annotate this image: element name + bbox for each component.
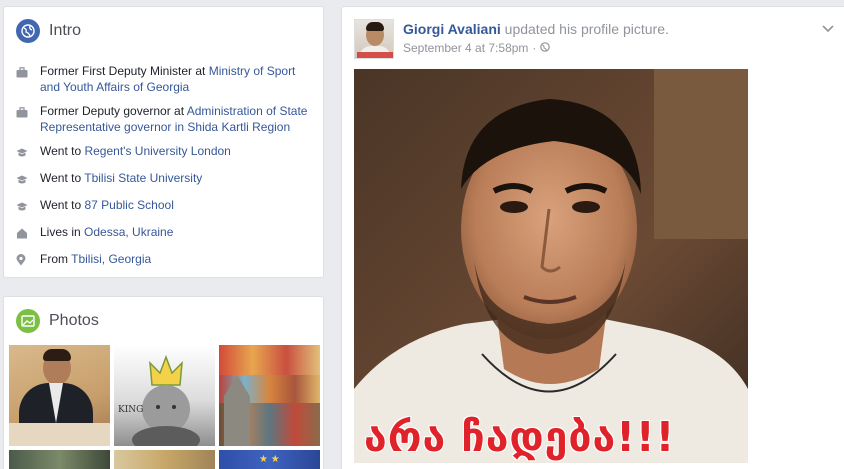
post-timestamp[interactable]: September 4 at 7:58pm [403, 41, 528, 55]
king-label: KING [118, 405, 144, 415]
intro-item-prefix: Former First Deputy Minister at [40, 64, 209, 78]
photos-header[interactable]: Photos [16, 309, 99, 333]
intro-header: Intro [16, 19, 81, 43]
photo-thumb-5[interactable] [114, 450, 215, 469]
post-card: Giorgi Avaliani updated his profile pict… [341, 6, 844, 469]
intro-item: Lives in Odessa, Ukraine [16, 224, 311, 243]
chevron-down-icon[interactable] [822, 20, 834, 36]
photo-thumb-3[interactable] [219, 345, 320, 446]
intro-item-link[interactable]: 87 Public School [84, 198, 173, 212]
intro-title: Intro [49, 22, 82, 39]
intro-list: Former First Deputy Minister at Ministry… [16, 63, 311, 278]
intro-item-text: Went to 87 Public School [40, 197, 174, 216]
intro-item-prefix: Went to [40, 171, 85, 185]
photo-thumb-1[interactable] [9, 345, 110, 446]
intro-item-text: From Tbilisi, Georgia [40, 251, 151, 270]
briefcase-icon [16, 103, 40, 135]
photo-thumb-6[interactable]: ★ ★ [219, 450, 320, 469]
intro-item-prefix: From [40, 252, 72, 266]
post-meta: September 4 at 7:58pm · [403, 41, 551, 55]
globe-icon[interactable] [540, 41, 551, 55]
intro-item: Went to Tbilisi State University [16, 170, 311, 189]
graduation-cap-icon [16, 170, 40, 189]
intro-item-text: Went to Regent's University London [40, 143, 231, 162]
intro-item-prefix: Went to [40, 144, 85, 158]
intro-item-prefix: Former Deputy governor at [40, 104, 187, 118]
graduation-cap-icon [16, 143, 40, 162]
photo-thumb-2[interactable]: KING [114, 345, 215, 446]
intro-card: Intro Former First Deputy Minister at Mi… [3, 6, 324, 278]
post-headline: Giorgi Avaliani updated his profile pict… [403, 21, 669, 37]
intro-item-text: Went to Tbilisi State University [40, 170, 202, 189]
author-name[interactable]: Giorgi Avaliani [403, 21, 501, 37]
intro-item-text: Former First Deputy Minister at Ministry… [40, 63, 311, 95]
briefcase-icon [16, 63, 40, 95]
photos-card: Photos KING ★ ★ [3, 296, 324, 469]
meta-separator: · [532, 41, 537, 55]
intro-item-text: Lives in Odessa, Ukraine [40, 224, 173, 243]
photos-title[interactable]: Photos [49, 312, 99, 330]
map-pin-icon [16, 251, 40, 270]
photo-icon [16, 309, 40, 333]
intro-item-prefix: Lives in [40, 225, 85, 239]
photo-caption: არა ჩადება!!! [364, 413, 676, 461]
intro-item-link[interactable]: Tbilisi, Georgia [71, 252, 151, 266]
author-avatar[interactable] [354, 19, 394, 59]
globe-icon [16, 19, 40, 43]
intro-item: Former Deputy governor at Administration… [16, 103, 311, 135]
intro-item-text: Former Deputy governor at Administration… [40, 103, 311, 135]
photo-thumb-4[interactable] [9, 450, 110, 469]
post-action-text: updated his profile picture. [500, 21, 669, 37]
graduation-cap-icon [16, 197, 40, 216]
intro-item-link[interactable]: Odessa, Ukraine [84, 225, 173, 239]
home-icon [16, 224, 40, 243]
intro-item: From Tbilisi, Georgia [16, 251, 311, 270]
intro-item-prefix: Went to [40, 198, 85, 212]
intro-item: Went to Regent's University London [16, 143, 311, 162]
intro-item: Went to 87 Public School [16, 197, 311, 216]
profile-photo[interactable]: არა ჩადება!!! [354, 69, 748, 463]
intro-item-link[interactable]: Regent's University London [84, 144, 230, 158]
intro-item: Former First Deputy Minister at Ministry… [16, 63, 311, 95]
intro-item-link[interactable]: Tbilisi State University [84, 171, 202, 185]
